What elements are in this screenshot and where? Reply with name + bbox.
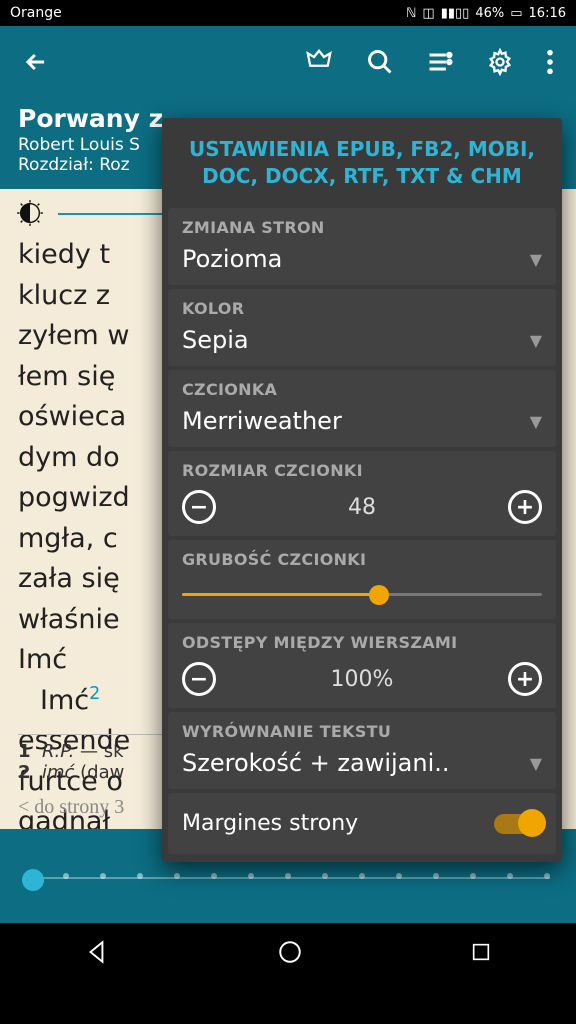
margin-toggle[interactable]	[494, 814, 542, 834]
nav-recent-button[interactable]	[470, 941, 492, 963]
chevron-down-icon: ▼	[530, 412, 542, 431]
font-size-decrease-button[interactable]: −	[182, 490, 216, 524]
settings-button[interactable]	[474, 36, 526, 88]
font-section[interactable]: CZCIONKA Merriweather ▼	[168, 370, 556, 447]
font-weight-slider[interactable]	[182, 583, 542, 607]
battery-percent: 46%	[475, 6, 504, 21]
nav-home-button[interactable]	[277, 939, 303, 965]
app-bar	[0, 26, 576, 98]
brightness-icon[interactable]	[16, 199, 44, 227]
line-spacing-label: ODSTĘPY MIĘDZY WIERSZAMI	[182, 633, 542, 652]
line-spacing-decrease-button[interactable]: −	[182, 662, 216, 696]
font-size-section: ROZMIAR CZCIONKI − 48 +	[168, 451, 556, 536]
status-icons: ℕ ◫ ▮▮▯▯ 46% ▭ 16:16	[406, 6, 566, 21]
font-weight-section: GRUBOŚĆ CZCIONKI	[168, 540, 556, 619]
chevron-down-icon: ▼	[530, 754, 542, 773]
font-label: CZCIONKA	[182, 380, 542, 399]
overflow-menu-button[interactable]	[534, 36, 566, 88]
nfc-icon: ℕ	[406, 6, 416, 21]
premium-button[interactable]	[292, 35, 346, 89]
footnote-ref-2[interactable]: 2	[89, 684, 100, 704]
progress-thumb[interactable]	[22, 869, 44, 891]
vibrate-icon: ◫	[422, 6, 434, 21]
status-bar: Orange ℕ ◫ ▮▮▯▯ 46% ▭ 16:16	[0, 0, 576, 26]
line-spacing-increase-button[interactable]: +	[508, 662, 542, 696]
settings-panel: USTAWIENIA EPUB, FB2, MOBI, DOC, DOCX, R…	[162, 118, 562, 862]
slider-thumb[interactable]	[369, 585, 389, 605]
battery-icon: ▭	[510, 6, 522, 21]
clock: 16:16	[529, 6, 566, 21]
back-button[interactable]	[10, 36, 62, 88]
color-label: KOLOR	[182, 299, 542, 318]
signal-icon: ▮▮▯▯	[441, 6, 470, 21]
chevron-down-icon: ▼	[530, 250, 542, 269]
progress-dots	[26, 873, 550, 879]
page-change-label: ZMIANA STRON	[182, 218, 542, 237]
margin-section[interactable]: Margines strony	[168, 793, 556, 854]
carrier-label: Orange	[10, 5, 406, 21]
font-size-label: ROZMIAR CZCIONKI	[182, 461, 542, 480]
settings-panel-title: USTAWIENIA EPUB, FB2, MOBI, DOC, DOCX, R…	[162, 118, 562, 204]
page-change-section[interactable]: ZMIANA STRON Pozioma ▼	[168, 208, 556, 285]
font-size-value: 48	[348, 495, 376, 520]
text-align-label: WYRÓWNANIE TEKSTU	[182, 722, 542, 741]
font-value: Merriweather	[182, 407, 342, 435]
font-size-increase-button[interactable]: +	[508, 490, 542, 524]
search-button[interactable]	[354, 36, 406, 88]
text-align-section[interactable]: WYRÓWNANIE TEKSTU Szerokość + zawijani..…	[168, 712, 556, 789]
chevron-down-icon: ▼	[530, 331, 542, 350]
page-change-value: Pozioma	[182, 245, 282, 273]
margin-label: Margines strony	[182, 811, 358, 836]
color-section[interactable]: KOLOR Sepia ▼	[168, 289, 556, 366]
system-nav-bar	[0, 923, 576, 981]
prev-page-link[interactable]: < do strony 3	[18, 796, 124, 819]
line-spacing-section: ODSTĘPY MIĘDZY WIERSZAMI − 100% +	[168, 623, 556, 708]
nav-back-button[interactable]	[84, 939, 110, 965]
toggle-knob	[518, 809, 546, 837]
contents-button[interactable]	[414, 36, 466, 88]
font-weight-label: GRUBOŚĆ CZCIONKI	[182, 550, 542, 569]
line-spacing-value: 100%	[331, 667, 394, 692]
text-align-value: Szerokość + zawijani..	[182, 749, 450, 777]
color-value: Sepia	[182, 326, 249, 354]
